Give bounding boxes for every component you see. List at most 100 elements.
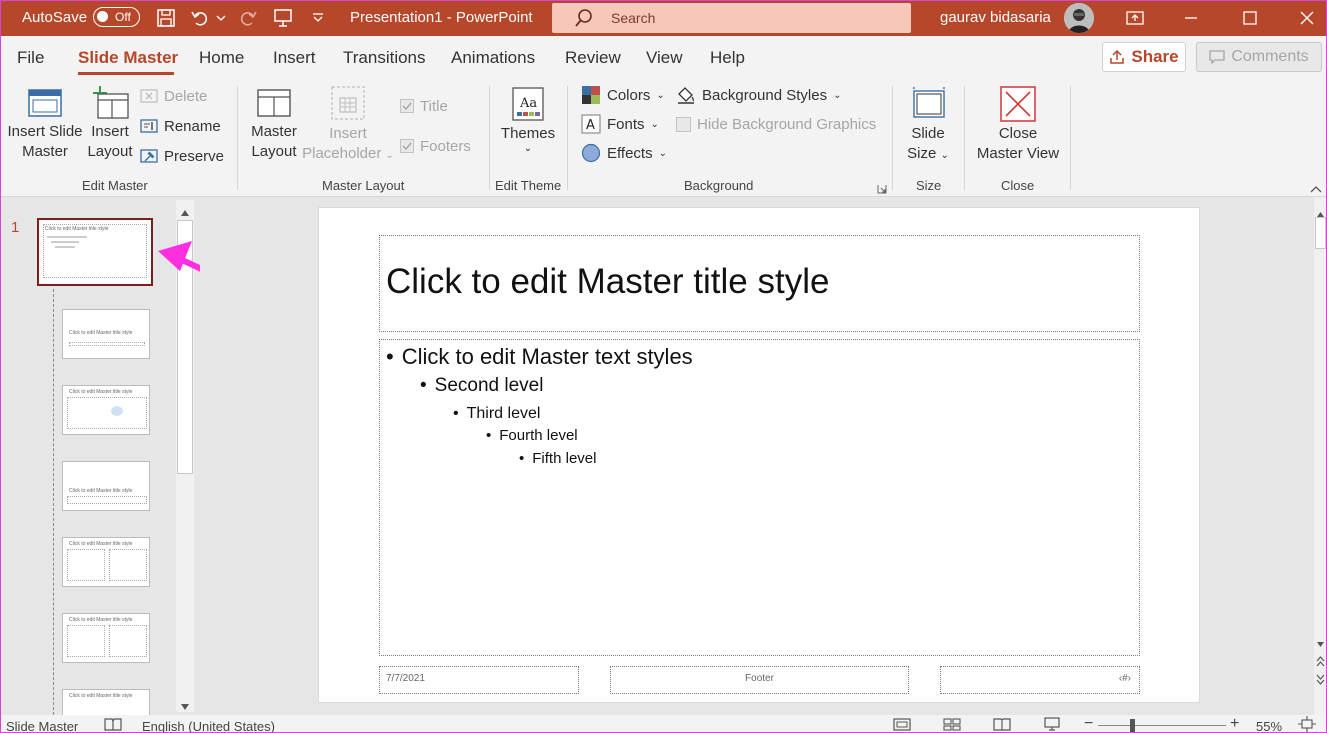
tab-insert[interactable]: Insert [273,48,316,68]
save-icon[interactable] [154,6,178,30]
layout-connector-line [53,289,54,715]
comments-button[interactable]: Comments [1196,42,1322,72]
slide-title: Click to edit Master title style [386,262,830,301]
svg-text:Aa: Aa [519,96,537,111]
insert-layout-button[interactable]: Insert Layout [86,84,134,162]
thumbnail-placeholder [67,549,105,581]
zoom-slider-thumb[interactable] [1130,719,1135,733]
effects-dropdown[interactable]: Effects ⌄ [581,141,667,165]
insert-placeholder-button[interactable]: Insert Placeholder ⌄ [300,84,396,166]
tab-file[interactable]: File [17,48,44,68]
status-bar: Slide Master English (United States) − +… [0,715,1327,733]
fonts-dropdown[interactable]: A Fonts ⌄ [581,112,659,136]
undo-dropdown-icon[interactable] [214,6,228,30]
slide-sorter-icon[interactable] [943,717,961,733]
scrollbar-thumb[interactable] [1315,217,1326,249]
undo-icon[interactable] [188,6,212,30]
slide-size-label-2: Size [907,145,937,162]
slide-scrollbar[interactable] [1314,197,1327,715]
tab-help[interactable]: Help [710,48,745,68]
layout-thumbnail[interactable]: Click to edit Master title style [62,309,150,359]
previous-slide-icon[interactable] [1316,655,1325,673]
collapse-ribbon-icon[interactable] [1310,180,1322,198]
fit-to-window-icon[interactable] [1298,716,1316,733]
title-bar: AutoSave Off Presentation1 - PowerPoint … [0,0,1327,36]
next-slide-icon[interactable] [1316,673,1325,691]
user-name[interactable]: gaurav bidasaria [940,0,1051,36]
ribbon-display-options-icon[interactable] [1112,0,1158,36]
title-checkbox-label: Title [420,97,448,115]
layout-thumbnail[interactable]: Click to edit Master title style [62,613,150,663]
scroll-down-icon[interactable] [180,698,190,716]
bullet-level-3-text: Third level [466,405,541,422]
avatar[interactable] [1064,3,1094,33]
insert-layout-label-2: Layout [87,143,133,160]
layout-thumbnail[interactable]: Click to edit Master title style [62,461,150,511]
reading-view-icon[interactable] [993,717,1011,733]
tab-transitions[interactable]: Transitions [343,48,426,68]
group-separator [964,86,965,190]
customize-toolbar-icon[interactable] [308,6,328,30]
content-placeholder[interactable]: • Click to edit Master text styles • Secon… [379,339,1140,656]
layout-thumbnail[interactable]: Click to edit Master title style [62,385,150,435]
slide-show-icon[interactable] [1043,717,1061,733]
zoom-slider-track[interactable] [1098,725,1226,726]
bullet-icon: • [486,427,492,444]
master-thumbnail-frame [43,224,147,278]
close-icon[interactable] [1284,0,1327,36]
layout-thumbnail-title: Click to edit Master title style [69,330,133,336]
minimize-icon[interactable] [1168,0,1214,36]
hide-background-graphics-checkbox[interactable]: Hide Background Graphics [676,112,876,136]
tab-home[interactable]: Home [199,48,244,68]
pushpin-icon [140,149,158,163]
insert-slide-master-button[interactable]: Insert Slide Master [4,88,86,162]
colors-dropdown[interactable]: Colors ⌄ [581,83,665,107]
tab-view[interactable]: View [646,48,683,68]
tab-slide-master[interactable]: Slide Master [78,48,178,68]
thumbnail-placeholder [69,342,145,346]
search-box[interactable]: Search [552,3,911,33]
maximize-icon[interactable] [1227,0,1273,36]
zoom-in-icon[interactable]: + [1230,715,1239,733]
layout-thumbnail[interactable]: Click to edit Master title style [62,689,150,715]
title-placeholder[interactable]: Click to edit Master title style [379,235,1140,332]
rename-label: Rename [164,117,221,135]
slide-editing-area: Click to edit Master title style • Click … [200,197,1314,715]
master-layout-group-label: Master Layout [322,178,405,193]
preserve-button[interactable]: Preserve [140,144,224,168]
redo-icon[interactable] [236,6,260,30]
background-styles-dropdown[interactable]: Background Styles ⌄ [676,83,841,107]
tab-animations[interactable]: Animations [451,48,535,68]
date-placeholder[interactable]: 7/7/2021 [379,666,579,694]
slide-canvas[interactable]: Click to edit Master title style • Click … [318,207,1200,703]
spelling-book-icon[interactable] [104,717,122,733]
layout-thumbnail-title: Click to edit Master title style [69,488,133,494]
rename-button[interactable]: Rename [140,114,221,138]
edit-theme-group-label: Edit Theme [495,178,562,193]
scroll-down-icon[interactable] [1316,635,1325,653]
footers-checkbox[interactable]: Footers [400,134,471,158]
themes-button[interactable]: Aa Themes ⌄ [498,86,558,154]
zoom-level[interactable]: 55% [1256,719,1282,733]
delete-button[interactable]: Delete [140,84,207,108]
present-from-start-icon[interactable] [270,6,296,30]
footer-placeholder[interactable]: Footer [610,666,909,694]
slide-size-button[interactable]: Slide Size ⌄ [903,86,953,166]
slide-size-label-2-wrap: Size ⌄ [903,144,953,166]
group-separator [489,86,490,190]
master-layout-button[interactable]: Master Layout [248,88,300,162]
zoom-out-icon[interactable]: − [1084,715,1093,733]
slide-number-placeholder[interactable]: ‹#› [940,666,1140,694]
title-checkbox[interactable]: Title [400,94,448,118]
layout-thumbnail[interactable]: Click to edit Master title style [62,537,150,587]
share-button[interactable]: Share [1102,42,1186,72]
language-indicator[interactable]: English (United States) [142,719,275,733]
master-thumbnail[interactable]: Click to edit Master title style [37,218,153,286]
master-layout-icon [257,89,291,117]
tab-review[interactable]: Review [565,48,621,68]
autosave-toggle[interactable]: Off [93,7,140,27]
search-placeholder: Search [611,10,656,26]
normal-view-icon[interactable] [893,717,911,733]
close-master-view-button[interactable]: Close Master View [972,86,1064,164]
themes-icon: Aa [512,87,544,121]
